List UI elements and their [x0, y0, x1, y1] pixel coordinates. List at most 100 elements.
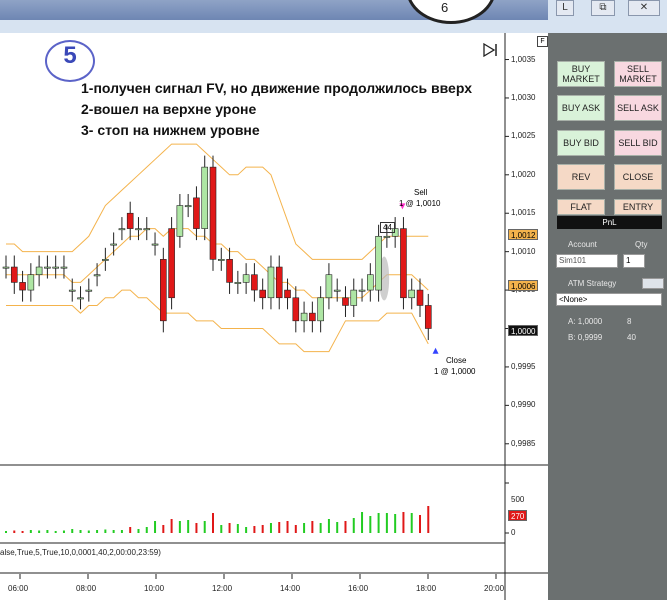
annotation-line-1: 1-получен сигнал FV, но движение продолж… — [81, 80, 472, 96]
ask-price: A: 1,0000 — [568, 317, 603, 326]
candle-body — [35, 266, 43, 276]
clock-digit: 6 — [441, 0, 449, 15]
close-arrow-icon — [432, 347, 439, 354]
candle-body — [135, 228, 142, 231]
candle-body — [102, 259, 109, 261]
play-end-icon[interactable] — [483, 42, 499, 58]
candle-body — [400, 228, 407, 299]
candle-body — [184, 205, 192, 208]
y-axis-label: 1,0030 — [511, 92, 536, 102]
candle-body — [383, 235, 391, 238]
y-axis-label: 0,9995 — [511, 361, 536, 371]
volume-current-tag: 270 — [508, 510, 528, 521]
candle-body — [424, 305, 432, 329]
annotation-line-2: 2-вошел на верхне уроне — [81, 101, 257, 117]
candle-body — [2, 266, 10, 269]
close-marker-label: Close — [446, 356, 467, 365]
candle-body — [226, 259, 233, 283]
candle-body — [333, 289, 341, 292]
sell-ask-button[interactable]: SELL ASK — [614, 95, 662, 121]
close-position-button[interactable]: CLOSE — [614, 164, 662, 190]
candle-body — [242, 274, 250, 283]
middle-band-tag: 1,0006 — [508, 280, 539, 291]
candle-body — [358, 289, 366, 292]
candle-body — [259, 289, 266, 299]
price-chart[interactable] — [0, 33, 548, 600]
ask-size: 8 — [627, 317, 632, 326]
current-price-tag: 1,0000 — [508, 325, 539, 336]
qty-input[interactable]: 1 — [623, 254, 645, 268]
candle-body — [350, 289, 358, 306]
sell-market-button[interactable]: SELL MARKET — [614, 61, 662, 87]
upper-band-tag: 1,0012 — [508, 229, 539, 240]
candle-body — [342, 297, 349, 306]
corner-f-button[interactable]: F — [537, 36, 548, 47]
atm-strategy-select[interactable]: <None> — [556, 293, 662, 306]
candle-body — [201, 166, 209, 229]
x-axis-label: 12:00 — [212, 584, 233, 593]
candle-body — [292, 297, 300, 322]
candle-body — [85, 289, 93, 292]
candle-body — [60, 266, 68, 269]
x-axis-label: 10:00 — [144, 584, 165, 593]
candle-body — [168, 228, 175, 299]
candle-body — [93, 274, 101, 277]
rev-button[interactable]: REV — [557, 164, 605, 190]
candle-body — [234, 282, 242, 284]
candle-body — [68, 289, 76, 292]
account-select[interactable]: Sim101 — [556, 254, 618, 268]
close-window-button[interactable]: ✕ — [628, 0, 660, 16]
volume-label-500: 500 — [511, 495, 525, 504]
x-axis-label: 18:00 — [416, 584, 437, 593]
candle-body — [160, 259, 167, 322]
flat-button[interactable]: FLAT — [557, 199, 605, 215]
y-axis-label: 1,0020 — [511, 169, 536, 179]
y-axis-label: 1,0025 — [511, 131, 536, 141]
pnl-display: PnL — [557, 216, 662, 229]
y-axis-label: 0,9985 — [511, 438, 536, 448]
candle-body — [367, 274, 374, 291]
bollinger-lower-line — [6, 289, 429, 353]
candle-body — [300, 312, 308, 322]
candle-body — [267, 266, 275, 299]
candle-body — [408, 289, 416, 299]
candle-body — [77, 297, 84, 300]
candle-body — [143, 228, 151, 231]
candle-body — [284, 289, 291, 299]
x-axis-label: 08:00 — [76, 584, 97, 593]
bid-price: B: 0,9999 — [568, 333, 603, 342]
sell-marker-detail: 1 @ 1,0010 — [399, 199, 441, 208]
candle-body — [309, 312, 316, 322]
x-axis-label: 14:00 — [280, 584, 301, 593]
buy-market-button[interactable]: BUY MARKET — [557, 61, 605, 87]
lock-button[interactable]: L — [556, 0, 574, 16]
step-badge-number: 5 — [63, 42, 77, 69]
candle-body — [193, 197, 200, 229]
restore-button[interactable]: ⧉ — [591, 0, 615, 16]
account-label: Account — [568, 240, 597, 249]
candle-body — [317, 297, 324, 322]
qty-label: Qty — [635, 240, 648, 249]
sell-marker-label: Sell — [414, 188, 428, 197]
candle-body — [19, 282, 26, 291]
x-axis-label: 06:00 — [8, 584, 29, 593]
candle-body — [176, 205, 184, 237]
y-axis-label: 1,0010 — [511, 246, 536, 256]
y-axis-label: 1,0035 — [511, 54, 536, 64]
bar-count-box: 44 — [380, 222, 395, 233]
volume-label-0: 0 — [511, 528, 516, 537]
candle-body — [10, 266, 18, 283]
entry-button[interactable]: ENTRY — [614, 199, 662, 215]
atm-strategy-config-button[interactable] — [642, 278, 664, 289]
atm-strategy-label: ATM Strategy — [568, 279, 617, 288]
x-axis-label: 16:00 — [348, 584, 369, 593]
sell-bid-button[interactable]: SELL BID — [614, 130, 662, 156]
candle-body — [325, 274, 333, 299]
candle-body — [275, 266, 283, 299]
buy-ask-button[interactable]: BUY ASK — [557, 95, 605, 121]
bollinger-mid-line — [6, 228, 429, 299]
annotation-line-3: 3- стоп на нижнем уровне — [81, 122, 260, 138]
buy-bid-button[interactable]: BUY BID — [557, 130, 605, 156]
close-marker-detail: 1 @ 1,0000 — [434, 367, 476, 376]
indicator-params: alse,True,5,True,10,0,0001,40,2,00:00,23… — [0, 548, 161, 557]
